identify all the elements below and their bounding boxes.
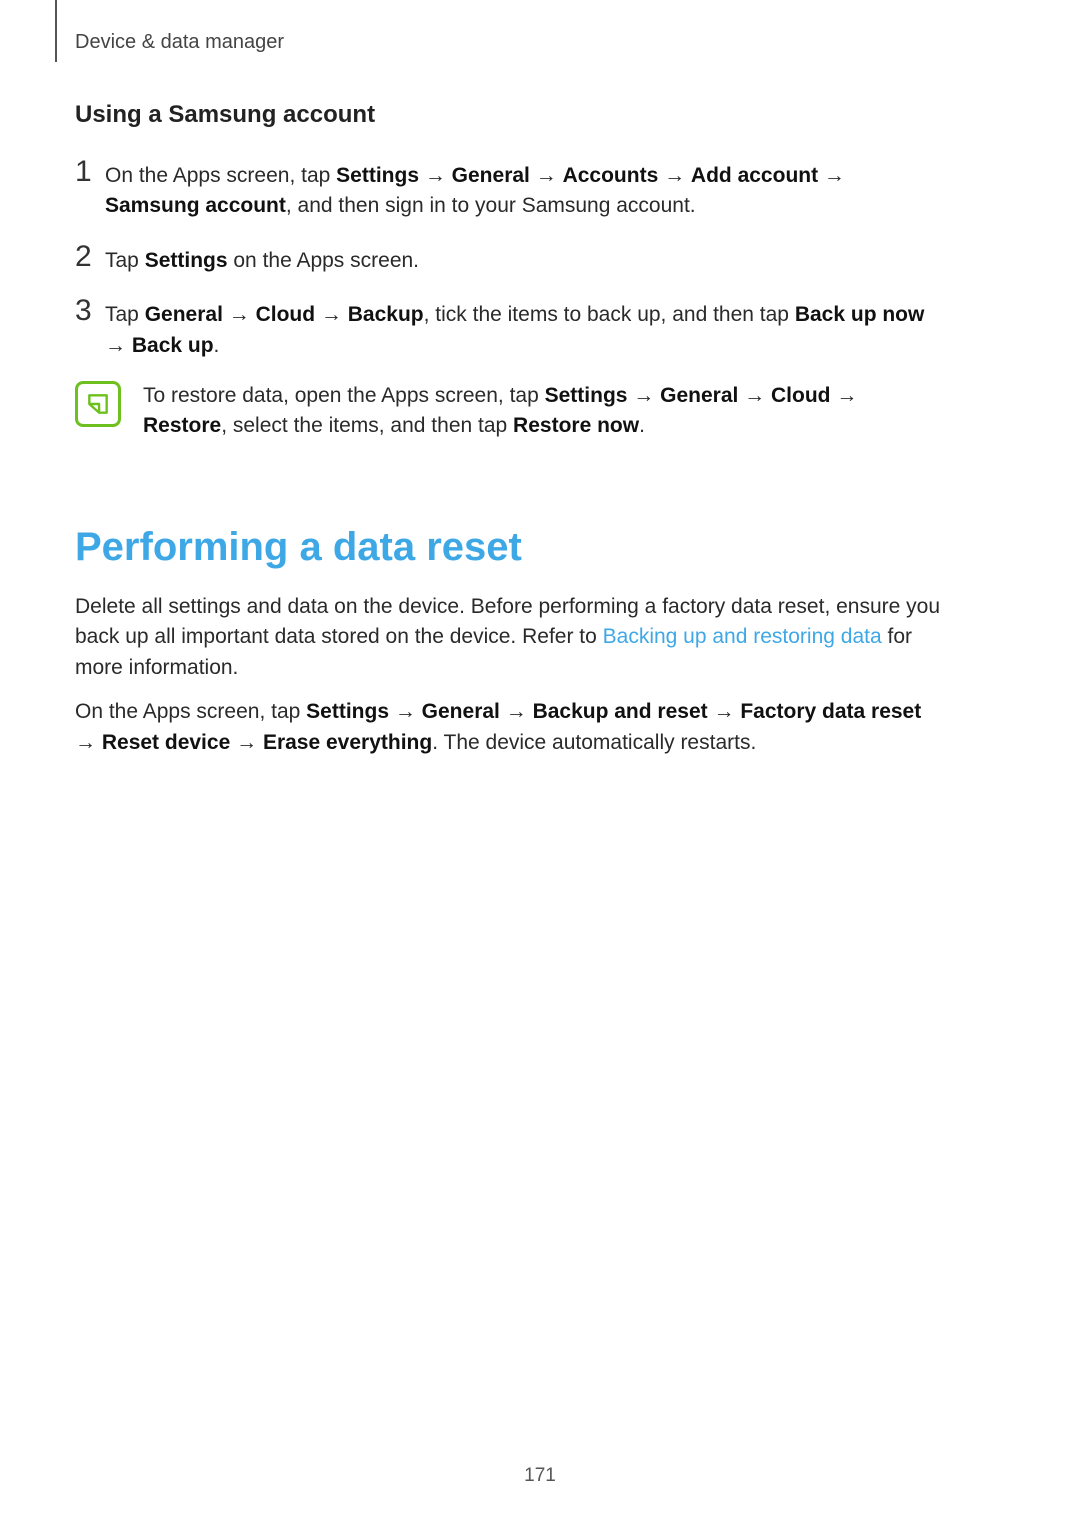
- breadcrumb: Device & data manager: [75, 28, 284, 57]
- step-number: 1: [75, 157, 105, 187]
- step-1: 1On the Apps screen, tap Settings → Gene…: [75, 157, 945, 222]
- reset-paragraph-1: Delete all settings and data on the devi…: [75, 592, 945, 683]
- header-divider: [55, 0, 57, 62]
- step-2: 2Tap Settings on the Apps screen.: [75, 242, 945, 276]
- reset-paragraph-2: On the Apps screen, tap Settings → Gener…: [75, 697, 945, 758]
- step-body: Tap Settings on the Apps screen.: [105, 242, 419, 276]
- step-3: 3Tap General → Cloud → Backup, tick the …: [75, 296, 945, 361]
- note-icon: [75, 381, 121, 427]
- step-body: Tap General → Cloud → Backup, tick the i…: [105, 296, 945, 361]
- note-row: To restore data, open the Apps screen, t…: [75, 381, 945, 442]
- step-list: 1On the Apps screen, tap Settings → Gene…: [75, 157, 945, 361]
- page-content: Using a Samsung account 1On the Apps scr…: [75, 98, 945, 772]
- link-backup-restore[interactable]: Backing up and restoring data: [603, 625, 882, 648]
- section-title-reset: Performing a data reset: [75, 518, 945, 576]
- step-body: On the Apps screen, tap Settings → Gener…: [105, 157, 945, 222]
- page-number: 171: [0, 1462, 1080, 1490]
- step-number: 3: [75, 296, 105, 326]
- section-heading-samsung: Using a Samsung account: [75, 98, 945, 133]
- step-number: 2: [75, 242, 105, 272]
- note-text: To restore data, open the Apps screen, t…: [143, 381, 945, 442]
